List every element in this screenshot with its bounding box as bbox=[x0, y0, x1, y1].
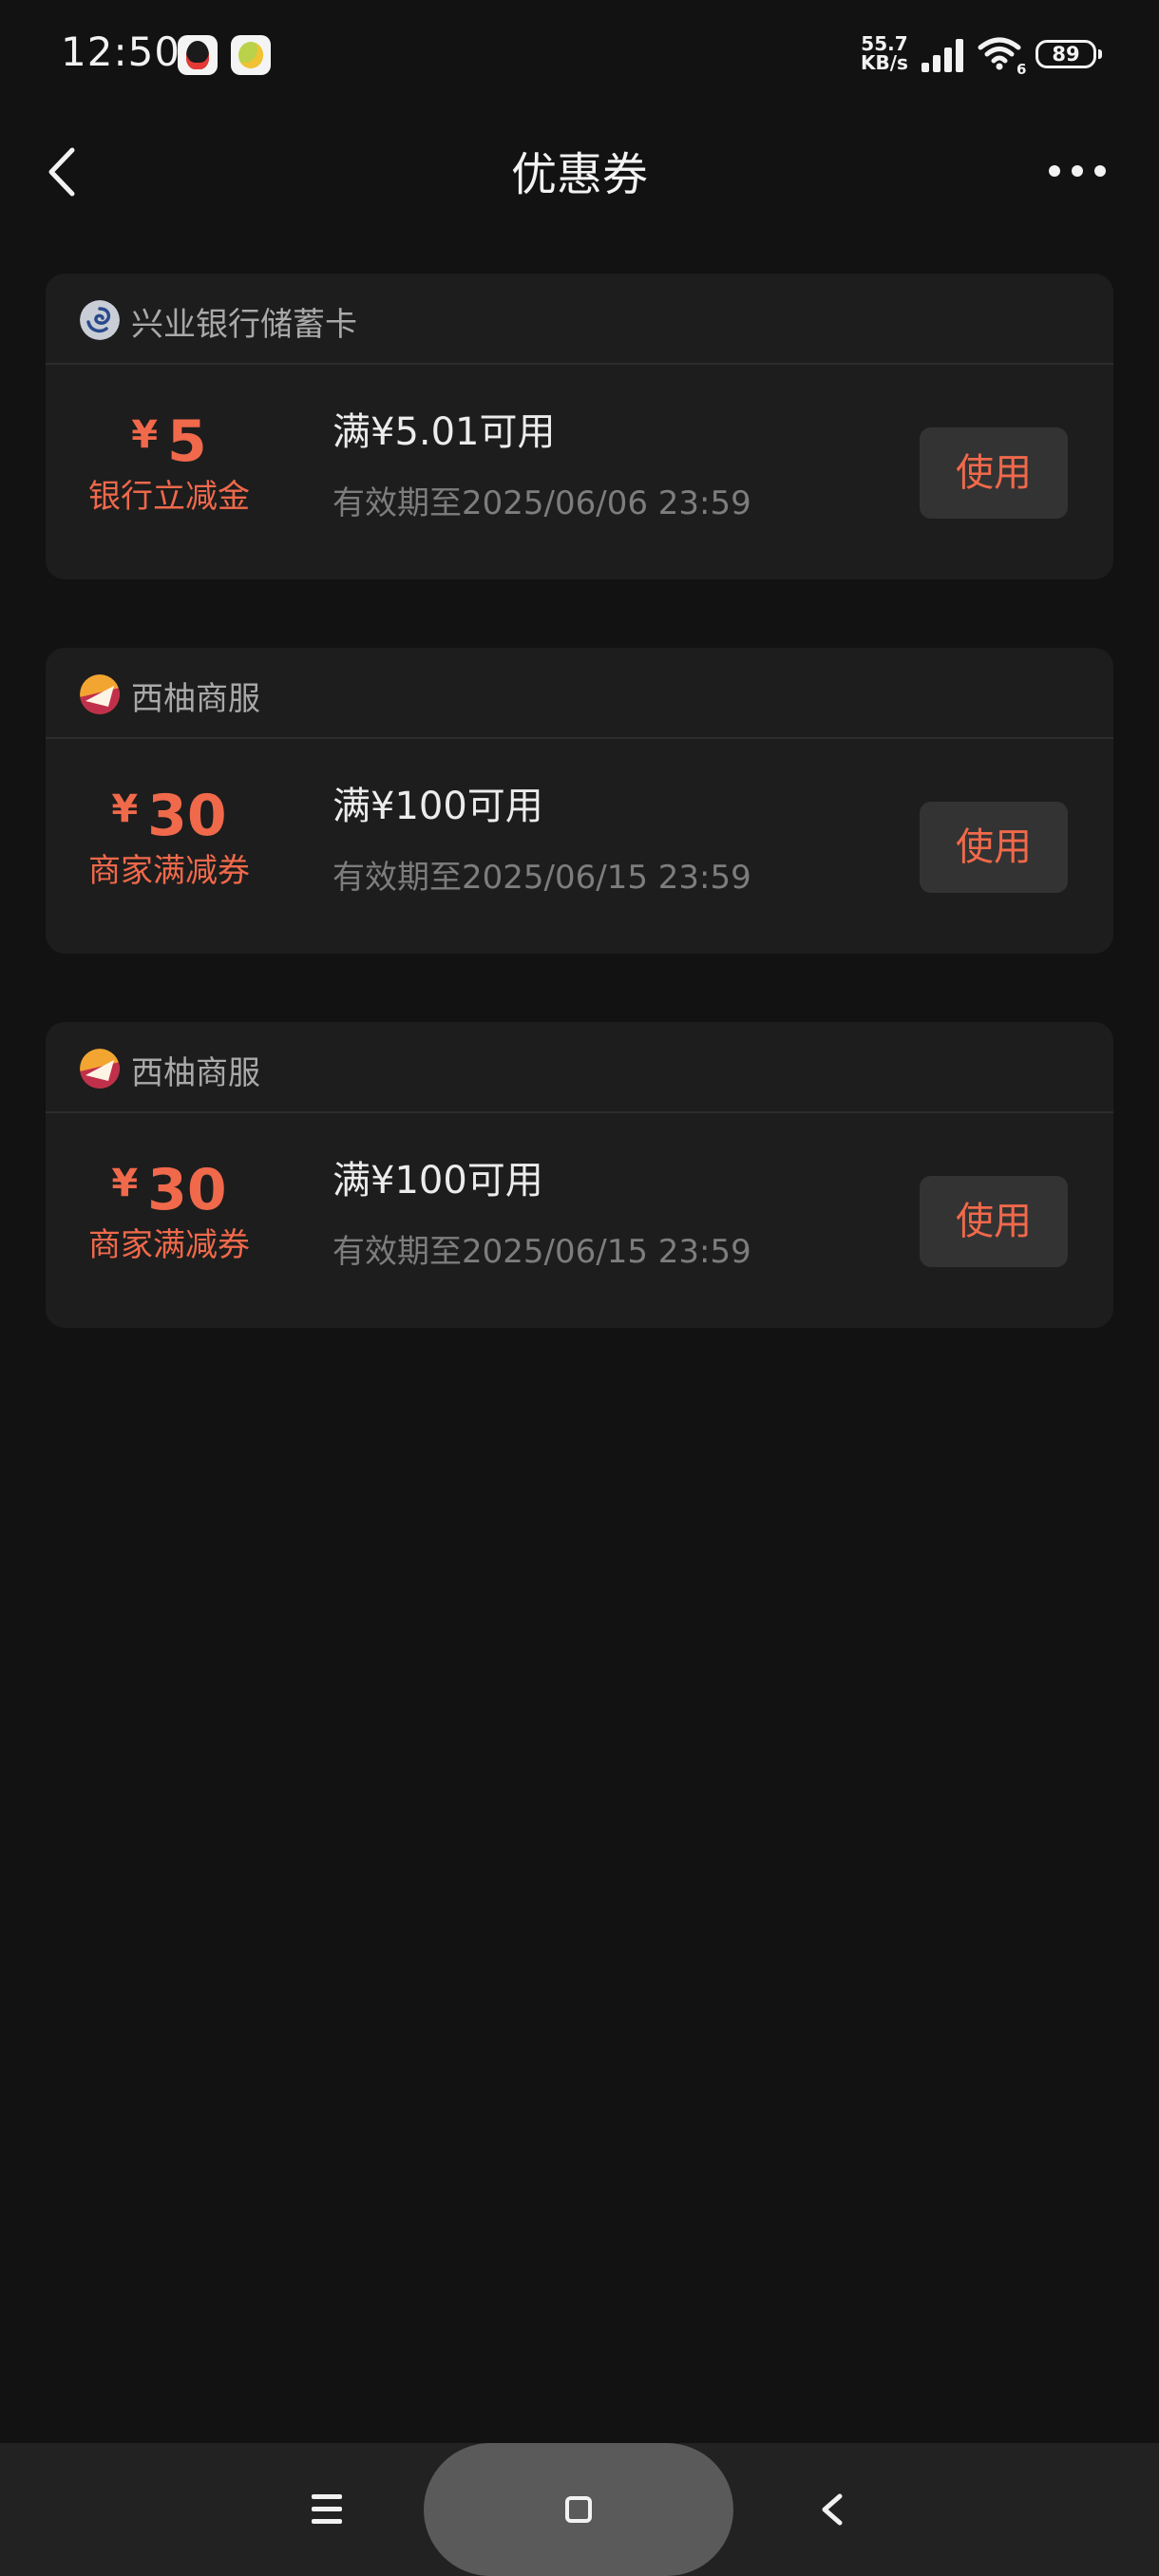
home-button[interactable] bbox=[424, 2443, 733, 2576]
merchant-name: 兴业银行储蓄卡 bbox=[131, 306, 357, 344]
coupon-card: 兴业银行储蓄卡 ¥5 银行立减金 满¥5.01可用 有效期至2025/06/06… bbox=[46, 274, 1113, 579]
more-options-icon[interactable] bbox=[1045, 150, 1112, 192]
coupon-condition: 满¥100可用 bbox=[332, 785, 543, 828]
battery-level: 89 bbox=[1052, 43, 1080, 66]
coupon-merchant-header: 兴业银行储蓄卡 bbox=[46, 274, 1113, 365]
currency-symbol: ¥ bbox=[111, 787, 139, 831]
network-speed-value: 55.7 bbox=[861, 32, 908, 55]
coupon-validity: 有效期至2025/06/06 23:59 bbox=[332, 484, 751, 522]
cellular-signal-icon bbox=[922, 39, 963, 72]
battery-icon: 89 bbox=[1036, 40, 1102, 68]
grapefruit-logo-icon bbox=[80, 674, 120, 714]
status-bar: 12:50 55.7 KB/s 6 89 bbox=[0, 0, 1159, 114]
coupon-amount-block: ¥5 银行立减金 bbox=[74, 407, 264, 516]
page-title: 优惠券 bbox=[510, 148, 648, 201]
use-coupon-button[interactable]: 使用 bbox=[920, 802, 1068, 893]
coupon-validity: 有效期至2025/06/15 23:59 bbox=[332, 859, 751, 897]
header: 优惠券 bbox=[0, 114, 1159, 228]
coupon-amount-value: 30 bbox=[147, 783, 227, 849]
status-time: 12:50 bbox=[61, 28, 181, 75]
merchant-name: 西柚商服 bbox=[131, 680, 260, 718]
qq-notification-icon bbox=[178, 35, 218, 75]
coupon-amount-block: ¥30 商家满减券 bbox=[74, 1155, 264, 1264]
home-square-icon bbox=[565, 2496, 592, 2523]
currency-symbol: ¥ bbox=[131, 413, 159, 457]
coupon-type: 商家满减券 bbox=[88, 1226, 250, 1264]
coupon-card: 西柚商服 ¥30 商家满减券 满¥100可用 有效期至2025/06/15 23… bbox=[46, 648, 1113, 954]
merchant-name: 西柚商服 bbox=[131, 1054, 260, 1092]
coupon-amount-block: ¥30 商家满减券 bbox=[74, 781, 264, 890]
currency-symbol: ¥ bbox=[111, 1162, 139, 1205]
network-speed-unit: KB/s bbox=[861, 51, 908, 74]
coupon-list: 兴业银行储蓄卡 ¥5 银行立减金 满¥5.01可用 有效期至2025/06/06… bbox=[46, 274, 1113, 1396]
coupon-amount: ¥5 bbox=[74, 407, 264, 470]
bank-logo-icon bbox=[80, 300, 120, 340]
coupon-amount-value: 30 bbox=[147, 1157, 227, 1223]
wifi-icon: 6 bbox=[978, 37, 1026, 76]
app-notification-icon bbox=[231, 35, 271, 75]
coupon-type: 银行立减金 bbox=[88, 478, 250, 516]
coupon-type: 商家满减券 bbox=[88, 852, 250, 890]
coupon-card: 西柚商服 ¥30 商家满减券 满¥100可用 有效期至2025/06/15 23… bbox=[46, 1022, 1113, 1328]
system-navigation-bar bbox=[0, 2443, 1159, 2576]
grapefruit-logo-icon bbox=[80, 1049, 120, 1089]
coupon-amount: ¥30 bbox=[74, 781, 264, 844]
coupon-amount: ¥30 bbox=[74, 1155, 264, 1219]
coupon-validity: 有效期至2025/06/15 23:59 bbox=[332, 1233, 751, 1271]
coupon-merchant-header: 西柚商服 bbox=[46, 648, 1113, 739]
coupon-condition: 满¥5.01可用 bbox=[332, 410, 556, 454]
coupon-condition: 满¥100可用 bbox=[332, 1159, 543, 1203]
coupon-merchant-header: 西柚商服 bbox=[46, 1022, 1113, 1113]
use-coupon-button[interactable]: 使用 bbox=[920, 1176, 1068, 1267]
wifi-label: 6 bbox=[1016, 61, 1026, 76]
nav-back-icon[interactable] bbox=[815, 2489, 849, 2530]
menu-icon[interactable] bbox=[310, 2489, 344, 2530]
network-speed: 55.7 KB/s bbox=[861, 34, 908, 72]
use-coupon-button[interactable]: 使用 bbox=[920, 427, 1068, 519]
coupon-amount-value: 5 bbox=[167, 408, 207, 475]
